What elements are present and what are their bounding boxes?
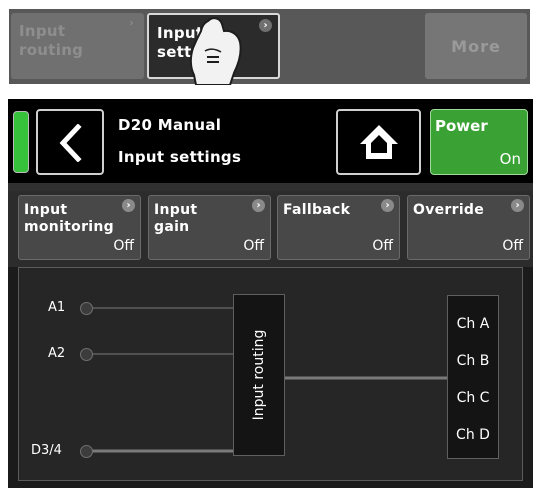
back-button[interactable] xyxy=(36,109,104,175)
channel-label-d: Ch D xyxy=(456,427,490,443)
override-button[interactable]: Override › Off xyxy=(407,195,530,260)
input-gain-value: Off xyxy=(243,238,264,254)
more-button[interactable]: More xyxy=(425,13,527,79)
override-value: Off xyxy=(502,238,523,254)
xlr-connector-icon xyxy=(80,348,93,361)
input-label-a1: A1 xyxy=(48,300,66,315)
input-routing-label: Input routing xyxy=(251,329,267,421)
chevron-left-icon xyxy=(59,124,82,162)
channel-label-a: Ch A xyxy=(456,316,490,332)
chevron-right-icon: › xyxy=(511,199,524,212)
function-buttons-row: Input monitoring › Off Input gain › Off Fa… xyxy=(8,191,533,267)
button-label: Input monitoring xyxy=(24,202,114,235)
device-name: D20 Manual xyxy=(118,116,222,134)
chevron-right-icon: › xyxy=(381,199,394,212)
chevron-right-icon: › xyxy=(259,19,272,32)
output-channels-block: Ch A Ch B Ch C Ch D xyxy=(447,295,499,459)
xlr-connector-icon xyxy=(80,302,93,315)
home-icon xyxy=(360,125,398,159)
input-routing-label: Input routing xyxy=(19,22,84,59)
pointing-hand-icon xyxy=(189,17,242,85)
chevron-right-icon: › xyxy=(129,18,134,29)
page-title: Input settings xyxy=(118,148,242,166)
input-monitoring-value: Off xyxy=(113,238,134,254)
status-led xyxy=(13,111,29,173)
top-menu-strip: Input routing › Input sett › More xyxy=(9,9,530,84)
separator xyxy=(8,183,533,191)
power-button[interactable]: Power On xyxy=(430,109,528,175)
more-label: More xyxy=(451,37,501,56)
input-label-a2: A2 xyxy=(48,346,66,361)
channel-label-c: Ch C xyxy=(456,390,490,406)
chevron-right-icon: › xyxy=(252,199,265,212)
header-bar: D20 Manual Input settings Power On xyxy=(8,99,533,183)
button-label: Fallback xyxy=(283,202,351,218)
fallback-button[interactable]: Fallback › Off xyxy=(277,195,400,260)
device-screen: D20 Manual Input settings Power On Input… xyxy=(8,99,533,488)
power-value: On xyxy=(499,150,521,168)
button-label: Input gain xyxy=(154,202,198,235)
routing-diagram: A1 A2 D3/4 Input routing Ch A Ch B Ch C … xyxy=(18,267,523,481)
input-label-d34: D3/4 xyxy=(31,443,62,458)
xlr-connector-icon xyxy=(80,445,93,458)
input-monitoring-button[interactable]: Input monitoring › Off xyxy=(18,195,141,260)
chevron-right-icon: › xyxy=(122,199,135,212)
home-button[interactable] xyxy=(336,109,421,175)
power-label: Power xyxy=(435,117,488,135)
input-routing-button[interactable]: Input routing › xyxy=(11,13,144,79)
channel-label-b: Ch B xyxy=(456,353,490,369)
button-label: Override xyxy=(413,202,485,218)
fallback-value: Off xyxy=(372,238,393,254)
input-gain-button[interactable]: Input gain › Off xyxy=(148,195,271,260)
